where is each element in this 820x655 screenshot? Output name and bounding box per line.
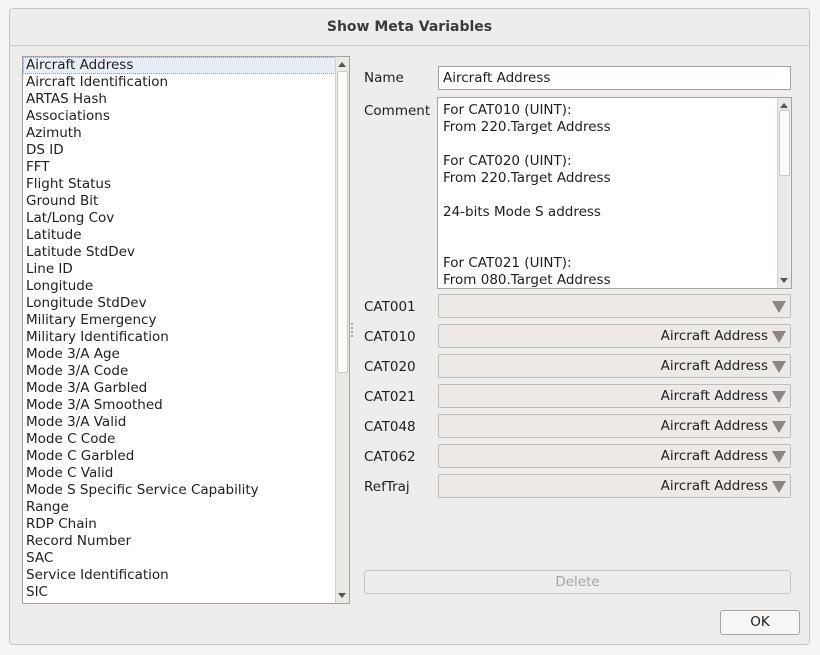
comment-text[interactable]: For CAT010 (UINT): From 220.Target Addre… <box>443 102 775 288</box>
list-item[interactable]: Mode 3/A Age <box>23 346 336 363</box>
list-item[interactable]: Longitude <box>23 278 336 295</box>
list-item[interactable]: Mode C Code <box>23 431 336 448</box>
list-item[interactable]: Service Identification <box>23 567 336 584</box>
variable-list-items: Aircraft Address Aircraft Identification A… <box>23 57 336 601</box>
category-variable-select[interactable]: Aircraft Address <box>438 384 791 408</box>
category-label: CAT010 <box>364 329 416 345</box>
scrollbar-thumb[interactable] <box>337 71 348 373</box>
dialog-title: Show Meta Variables <box>10 9 809 46</box>
comment-field[interactable]: For CAT010 (UINT): From 220.Target Addre… <box>437 97 792 289</box>
category-variable-value: Aircraft Address <box>660 418 768 434</box>
list-item[interactable]: Mode 3/A Garbled <box>23 380 336 397</box>
triangle-down-icon[interactable] <box>772 361 786 373</box>
list-item[interactable]: DS ID <box>23 142 336 159</box>
category-variable-value: Aircraft Address <box>660 478 768 494</box>
list-item[interactable]: Flight Status <box>23 176 336 193</box>
list-item[interactable]: RDP Chain <box>23 516 336 533</box>
list-item[interactable]: Ground Bit <box>23 193 336 210</box>
triangle-down-icon[interactable] <box>772 481 786 493</box>
meta-variables-dialog: Show Meta Variables Aircraft Address Airc… <box>9 8 810 645</box>
category-variable-select[interactable] <box>438 294 791 318</box>
list-item[interactable]: SIC <box>23 584 336 601</box>
category-variable-value: Aircraft Address <box>660 448 768 464</box>
scroll-down-icon[interactable] <box>780 278 788 283</box>
comment-label: Comment <box>364 103 431 119</box>
category-label: CAT062 <box>364 449 416 465</box>
triangle-down-icon[interactable] <box>772 421 786 433</box>
name-field[interactable]: Aircraft Address <box>438 66 791 90</box>
category-label: RefTraj <box>364 479 410 495</box>
category-variable-value: Aircraft Address <box>660 328 768 344</box>
category-variable-select[interactable]: Aircraft Address <box>438 324 791 348</box>
category-label: CAT021 <box>364 389 416 405</box>
list-item[interactable]: Azimuth <box>23 125 336 142</box>
splitter-handle[interactable] <box>351 323 355 337</box>
category-label: CAT001 <box>364 299 416 315</box>
list-item[interactable]: Mode C Garbled <box>23 448 336 465</box>
category-variable-select[interactable]: Aircraft Address <box>438 354 791 378</box>
variable-list-scrollbar[interactable] <box>335 57 349 603</box>
list-item[interactable]: Lat/Long Cov <box>23 210 336 227</box>
list-item[interactable]: Range <box>23 499 336 516</box>
list-item[interactable]: Mode S Specific Service Capability <box>23 482 336 499</box>
list-item[interactable]: Line ID <box>23 261 336 278</box>
category-label: CAT020 <box>364 359 416 375</box>
triangle-down-icon[interactable] <box>772 301 786 313</box>
list-item[interactable]: Latitude StdDev <box>23 244 336 261</box>
category-label: CAT048 <box>364 419 416 435</box>
ok-button[interactable]: OK <box>720 610 800 635</box>
scrollbar-thumb[interactable] <box>779 110 790 176</box>
list-item[interactable]: Aircraft Identification <box>23 74 336 91</box>
list-item[interactable]: Mode 3/A Code <box>23 363 336 380</box>
triangle-down-icon[interactable] <box>772 451 786 463</box>
category-variable-value: Aircraft Address <box>660 388 768 404</box>
category-variable-select[interactable]: Aircraft Address <box>438 444 791 468</box>
variable-list[interactable]: Aircraft Address Aircraft Identification A… <box>22 56 350 604</box>
triangle-down-icon[interactable] <box>772 391 786 403</box>
list-item[interactable]: Longitude StdDev <box>23 295 336 312</box>
list-item[interactable]: Aircraft Address <box>23 57 336 74</box>
list-item[interactable]: Mode 3/A Smoothed <box>23 397 336 414</box>
delete-button[interactable]: Delete <box>364 570 791 594</box>
list-item[interactable]: ARTAS Hash <box>23 91 336 108</box>
list-item[interactable]: Record Number <box>23 533 336 550</box>
scroll-up-icon[interactable] <box>780 103 788 108</box>
comment-scrollbar[interactable] <box>777 98 791 288</box>
category-variable-select[interactable]: Aircraft Address <box>438 414 791 438</box>
list-item[interactable]: Mode 3/A Valid <box>23 414 336 431</box>
scroll-down-icon[interactable] <box>338 593 346 598</box>
list-item[interactable]: FFT <box>23 159 336 176</box>
category-variable-select[interactable]: Aircraft Address <box>438 474 791 498</box>
list-item[interactable]: Military Identification <box>23 329 336 346</box>
list-item[interactable]: Latitude <box>23 227 336 244</box>
name-label: Name <box>364 70 404 86</box>
scroll-up-icon[interactable] <box>338 62 346 67</box>
list-item[interactable]: Mode C Valid <box>23 465 336 482</box>
list-item[interactable]: SAC <box>23 550 336 567</box>
category-variable-value: Aircraft Address <box>660 358 768 374</box>
triangle-down-icon[interactable] <box>772 331 786 343</box>
list-item[interactable]: Associations <box>23 108 336 125</box>
list-item[interactable]: Military Emergency <box>23 312 336 329</box>
